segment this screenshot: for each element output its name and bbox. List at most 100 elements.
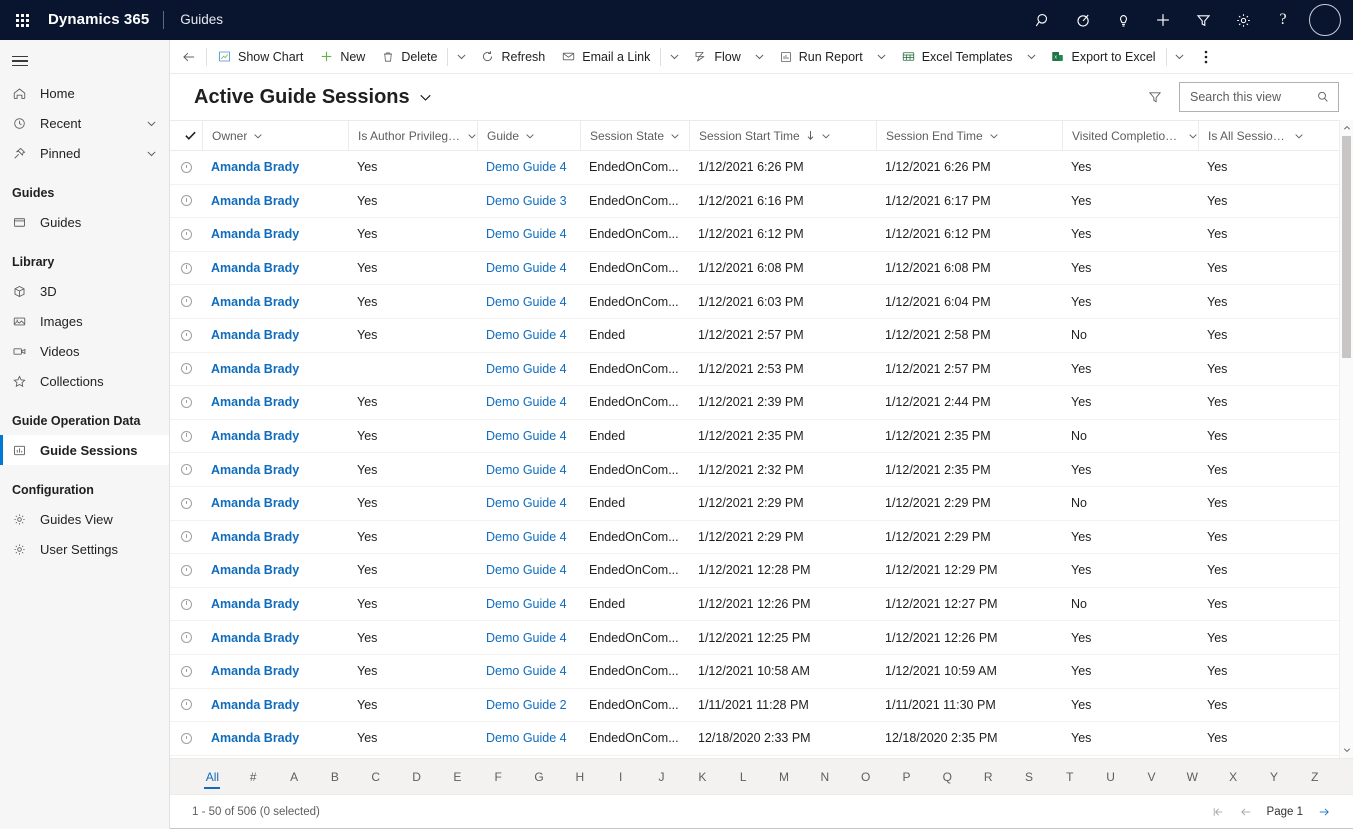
record-status-icon[interactable] — [180, 497, 192, 509]
sidebar-item-collections[interactable]: Collections — [0, 366, 169, 396]
app-launcher-button[interactable] — [0, 0, 44, 40]
cell-value[interactable]: Amanda Brady — [211, 731, 299, 745]
row-select-checkbox[interactable] — [170, 665, 202, 677]
alpha-filter-l[interactable]: L — [723, 766, 764, 788]
cell-owner[interactable]: Amanda Brady — [202, 597, 348, 611]
alpha-filter-b[interactable]: B — [314, 766, 355, 788]
sidebar-item-recent[interactable]: Recent — [0, 108, 169, 138]
record-status-icon[interactable] — [180, 228, 192, 240]
cell-owner[interactable]: Amanda Brady — [202, 731, 348, 745]
sidebar-toggle-button[interactable] — [0, 44, 169, 78]
sidebar-item-images[interactable]: Images — [0, 306, 169, 336]
cell-owner[interactable]: Amanda Brady — [202, 395, 348, 409]
sidebar-item-pinned[interactable]: Pinned — [0, 138, 169, 168]
row-select-checkbox[interactable] — [170, 296, 202, 308]
row-select-checkbox[interactable] — [170, 430, 202, 442]
alpha-filter-n[interactable]: N — [804, 766, 845, 788]
cell-guide[interactable]: Demo Guide 4 — [477, 463, 580, 477]
cell-value[interactable]: Amanda Brady — [211, 362, 299, 376]
row-select-checkbox[interactable] — [170, 262, 202, 274]
cell-value[interactable]: Amanda Brady — [211, 160, 299, 174]
cell-guide[interactable]: Demo Guide 4 — [477, 731, 580, 745]
cell-value[interactable]: Demo Guide 4 — [486, 563, 567, 577]
diagnostics-icon[interactable] — [1063, 0, 1103, 40]
record-status-icon[interactable] — [180, 430, 192, 442]
brand-title[interactable]: Dynamics 365 — [44, 0, 163, 40]
scroll-up-arrow-icon[interactable] — [1341, 122, 1353, 134]
chevron-down-icon[interactable] — [670, 131, 680, 141]
grid-body[interactable]: Amanda Brady Yes Demo Guide 4 EndedOnCom...… — [170, 151, 1339, 758]
scrollbar-thumb[interactable] — [1342, 136, 1351, 358]
cell-owner[interactable]: Amanda Brady — [202, 496, 348, 510]
chevron-down-icon[interactable] — [419, 91, 432, 104]
scroll-down-arrow-icon[interactable] — [1341, 744, 1353, 756]
cell-value[interactable]: Demo Guide 4 — [486, 597, 567, 611]
alpha-filter-j[interactable]: J — [641, 766, 682, 788]
table-row[interactable]: Amanda Brady Yes Demo Guide 4 Ended 1/12/202… — [170, 319, 1339, 353]
row-select-checkbox[interactable] — [170, 598, 202, 610]
cell-owner[interactable]: Amanda Brady — [202, 362, 348, 376]
record-status-icon[interactable] — [180, 531, 192, 543]
record-status-icon[interactable] — [180, 296, 192, 308]
alpha-filter-g[interactable]: G — [519, 766, 560, 788]
search-container[interactable] — [1179, 82, 1339, 112]
table-row[interactable]: Amanda Brady Yes Demo Guide 4 EndedOnCom...… — [170, 521, 1339, 555]
flow-button[interactable]: Flow — [685, 42, 748, 72]
cell-guide[interactable]: Demo Guide 4 — [477, 631, 580, 645]
alpha-filter-e[interactable]: E — [437, 766, 478, 788]
record-status-icon[interactable] — [180, 632, 192, 644]
delete-button[interactable]: Delete — [373, 42, 445, 72]
chevron-down-icon[interactable] — [253, 131, 263, 141]
cell-value[interactable]: Amanda Brady — [211, 261, 299, 275]
row-select-checkbox[interactable] — [170, 699, 202, 711]
excel-templates-chevron-down-icon[interactable] — [1020, 42, 1042, 72]
search-icon[interactable] — [1316, 90, 1330, 104]
alpha-filter-all[interactable]: All — [192, 766, 233, 788]
alpha-filter-u[interactable]: U — [1090, 766, 1131, 788]
alpha-filter-a[interactable]: A — [274, 766, 315, 788]
row-select-checkbox[interactable] — [170, 363, 202, 375]
table-row[interactable]: Amanda Brady Yes Demo Guide 4 Ended 1/12/202… — [170, 487, 1339, 521]
run-report-button[interactable]: Run Report — [771, 42, 871, 72]
table-row[interactable]: Amanda Brady Yes Demo Guide 4 EndedOnCom...… — [170, 218, 1339, 252]
alpha-filter-hash[interactable]: # — [233, 766, 274, 788]
table-row[interactable]: Amanda Brady Yes Demo Guide 4 EndedOnCom...… — [170, 386, 1339, 420]
cell-guide[interactable]: Demo Guide 3 — [477, 194, 580, 208]
row-select-checkbox[interactable] — [170, 732, 202, 744]
cell-guide[interactable]: Demo Guide 2 — [477, 698, 580, 712]
cell-value[interactable]: Demo Guide 4 — [486, 395, 567, 409]
alpha-filter-f[interactable]: F — [478, 766, 519, 788]
row-select-checkbox[interactable] — [170, 531, 202, 543]
table-row[interactable]: Amanda Brady Yes Demo Guide 2 EndedOnCom...… — [170, 689, 1339, 723]
table-row[interactable]: Amanda Brady Yes Demo Guide 4 EndedOnCom...… — [170, 621, 1339, 655]
column-header-start[interactable]: Session Start Time — [689, 121, 876, 150]
record-status-icon[interactable] — [180, 464, 192, 476]
alpha-filter-h[interactable]: H — [559, 766, 600, 788]
table-row[interactable]: Amanda Brady Yes Demo Guide 4 EndedOnCom...… — [170, 252, 1339, 286]
alpha-filter-d[interactable]: D — [396, 766, 437, 788]
table-row[interactable]: Amanda Brady Yes Demo Guide 3 EndedOnCom...… — [170, 185, 1339, 219]
cell-guide[interactable]: Demo Guide 4 — [477, 429, 580, 443]
cell-value[interactable]: Demo Guide 4 — [486, 631, 567, 645]
record-status-icon[interactable] — [180, 195, 192, 207]
show-chart-button[interactable]: Show Chart — [209, 42, 311, 72]
chevron-down-icon[interactable] — [989, 131, 999, 141]
chevron-down-icon[interactable] — [146, 148, 157, 159]
delete-overflow-chevron-down-icon[interactable] — [450, 42, 472, 72]
cell-guide[interactable]: Demo Guide 4 — [477, 362, 580, 376]
filter-icon[interactable] — [1183, 0, 1223, 40]
row-select-checkbox[interactable] — [170, 195, 202, 207]
search-input[interactable] — [1190, 90, 1316, 104]
alpha-filter-s[interactable]: S — [1009, 766, 1050, 788]
alpha-filter-k[interactable]: K — [682, 766, 723, 788]
email-overflow-chevron-down-icon[interactable] — [663, 42, 685, 72]
gear-icon[interactable] — [1223, 0, 1263, 40]
export-to-excel-button[interactable]: x Export to Excel — [1042, 42, 1163, 72]
alpha-filter-p[interactable]: P — [886, 766, 927, 788]
chevron-down-icon[interactable] — [821, 131, 831, 141]
cell-guide[interactable]: Demo Guide 4 — [477, 496, 580, 510]
record-status-icon[interactable] — [180, 598, 192, 610]
back-button[interactable] — [174, 41, 204, 73]
chevron-down-icon[interactable] — [1294, 131, 1304, 141]
table-row[interactable]: Amanda Brady Yes Demo Guide 4 Ended 1/12/202… — [170, 420, 1339, 454]
